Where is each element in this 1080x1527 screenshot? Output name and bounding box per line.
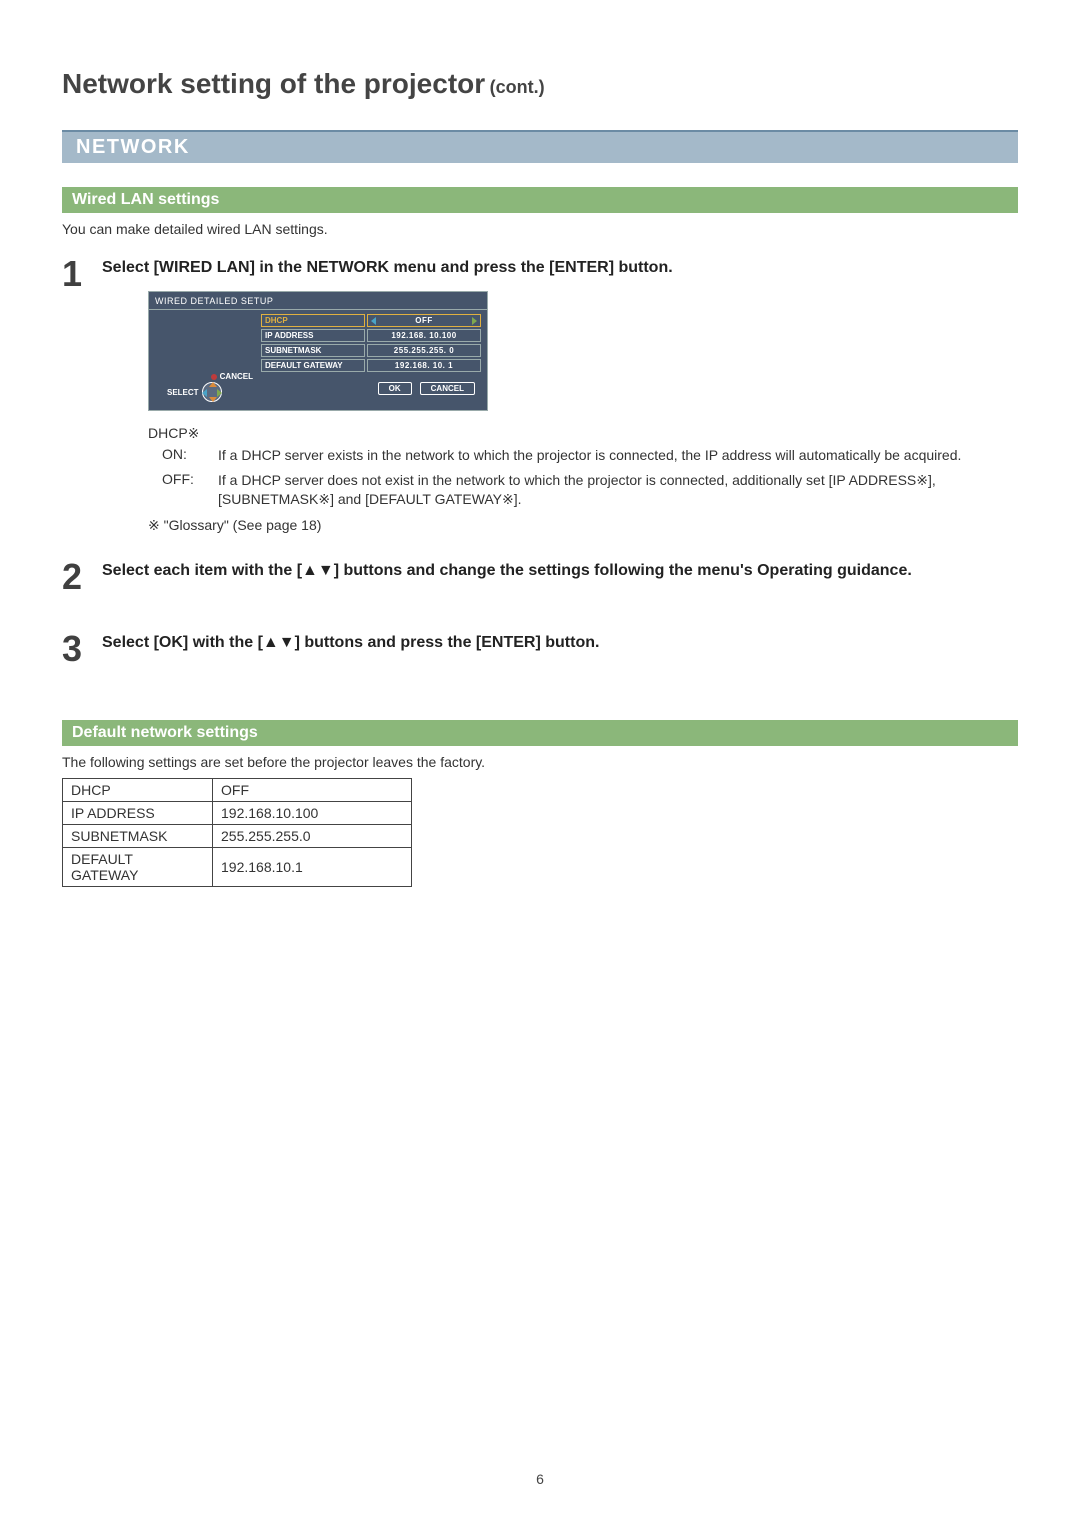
dhcp-heading: DHCP※	[148, 425, 1018, 442]
default-settings-table: DHCP OFF IP ADDRESS 192.168.10.100 SUBNE…	[62, 778, 412, 887]
step-1-title: Select [WIRED LAN] in the NETWORK menu a…	[102, 259, 1018, 277]
table-row: DHCP OFF	[63, 778, 412, 801]
step-3: 3 Select [OK] with the [▲▼] buttons and …	[62, 628, 1018, 670]
osd-title: WIRED DETAILED SETUP	[149, 292, 487, 310]
osd-label-subnet: SUBNETMASK	[261, 344, 365, 357]
osd-row-dhcp: DHCP OFF	[261, 314, 481, 327]
cell-dhcp-label: DHCP	[63, 778, 213, 801]
cell-dhcp-value: OFF	[213, 778, 412, 801]
default-settings-intro: The following settings are set before th…	[62, 754, 1018, 770]
osd-select-text: SELECT	[167, 388, 199, 397]
dhcp-on-text: If a DHCP server exists in the network t…	[218, 446, 1018, 465]
dhcp-off-text: If a DHCP server does not exist in the n…	[218, 471, 1018, 509]
cell-subnet-value: 255.255.255.0	[213, 824, 412, 847]
default-settings-heading: Default network settings	[62, 720, 1018, 746]
cell-subnet-label: SUBNETMASK	[63, 824, 213, 847]
osd-row-ip: IP ADDRESS 192.168. 10.100	[261, 329, 481, 342]
osd-label-gateway: DEFAULT GATEWAY	[261, 359, 365, 372]
osd-value-subnet: 255.255.255. 0	[367, 344, 481, 357]
table-row: DEFAULT GATEWAY 192.168.10.1	[63, 847, 412, 886]
osd-row-gateway: DEFAULT GATEWAY 192.168. 10. 1	[261, 359, 481, 372]
table-row: SUBNETMASK 255.255.255.0	[63, 824, 412, 847]
wired-lan-heading: Wired LAN settings	[62, 187, 1018, 213]
osd-label-ip: IP ADDRESS	[261, 329, 365, 342]
page-title-cont: (cont.)	[490, 77, 545, 97]
cell-ip-label: IP ADDRESS	[63, 801, 213, 824]
section-bar-network: NETWORK	[62, 130, 1018, 163]
osd-ok-button: OK	[378, 382, 412, 395]
wired-lan-intro: You can make detailed wired LAN settings…	[62, 221, 1018, 237]
step-2: 2 Select each item with the [▲▼] buttons…	[62, 556, 1018, 598]
osd-value-gateway: 192.168. 10. 1	[367, 359, 481, 372]
dpad-icon	[202, 382, 222, 402]
table-row: IP ADDRESS 192.168.10.100	[63, 801, 412, 824]
osd-wired-detailed-setup: WIRED DETAILED SETUP CANCEL SELECT	[148, 291, 488, 411]
page-title: Network setting of the projector (cont.)	[62, 68, 1018, 100]
step-3-title: Select [OK] with the [▲▼] buttons and pr…	[102, 634, 1018, 652]
osd-cancel-button: CANCEL	[420, 382, 475, 395]
osd-value-ip: 192.168. 10.100	[367, 329, 481, 342]
dhcp-off-row: OFF: If a DHCP server does not exist in …	[162, 471, 1018, 509]
osd-row-subnet: SUBNETMASK 255.255.255. 0	[261, 344, 481, 357]
step-2-title: Select each item with the [▲▼] buttons a…	[102, 562, 1018, 580]
cell-gateway-label: DEFAULT GATEWAY	[63, 847, 213, 886]
osd-select-label: SELECT	[167, 382, 222, 402]
step-3-number: 3	[62, 628, 102, 670]
step-1-number: 1	[62, 253, 102, 534]
cell-ip-value: 192.168.10.100	[213, 801, 412, 824]
osd-value-dhcp: OFF	[367, 314, 481, 327]
glossary-note: ※ "Glossary" (See page 18)	[148, 517, 1018, 534]
page-number: 6	[0, 1471, 1080, 1487]
osd-label-dhcp: DHCP	[261, 314, 365, 327]
dhcp-on-label: ON:	[162, 446, 218, 465]
step-2-number: 2	[62, 556, 102, 598]
step-1: 1 Select [WIRED LAN] in the NETWORK menu…	[62, 253, 1018, 534]
dhcp-on-row: ON: If a DHCP server exists in the netwo…	[162, 446, 1018, 465]
cell-gateway-value: 192.168.10.1	[213, 847, 412, 886]
page-title-main: Network setting of the projector	[62, 68, 485, 99]
osd-cancel-label: CANCEL	[211, 372, 253, 381]
dhcp-off-label: OFF:	[162, 471, 218, 509]
